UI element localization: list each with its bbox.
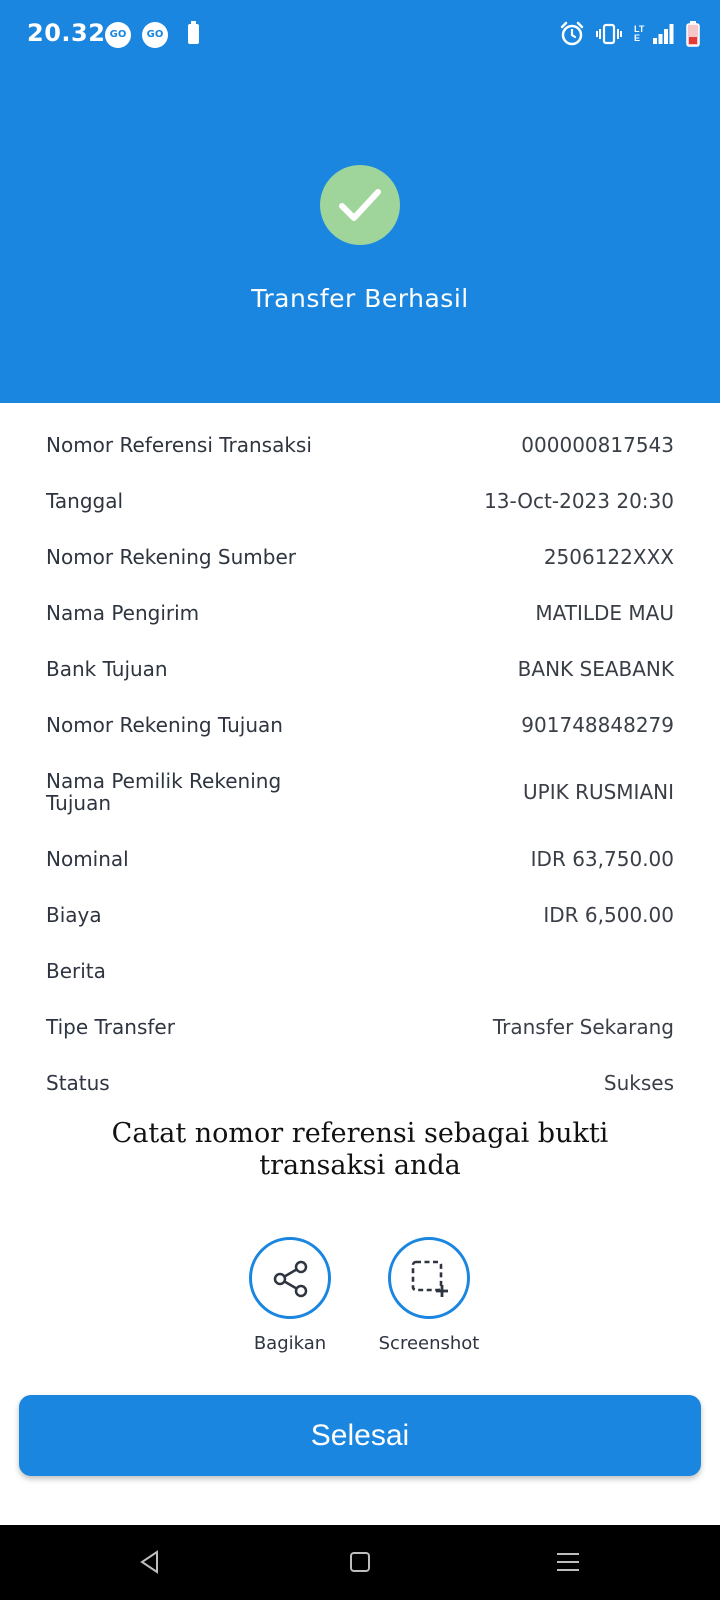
detail-label: Nama Pengirim <box>46 601 200 625</box>
detail-value: 000000817543 <box>521 433 674 457</box>
detail-label: Nama Pemilik Rekening Tujuan <box>46 769 282 815</box>
status-time: 20.32 <box>27 19 106 47</box>
success-header: Transfer Berhasil <box>0 68 720 403</box>
screenshot-button[interactable] <box>388 1237 470 1319</box>
home-icon[interactable] <box>345 1547 375 1577</box>
share-icon <box>273 1260 308 1298</box>
check-icon <box>320 165 400 245</box>
detail-value: IDR 63,750.00 <box>530 847 674 871</box>
detail-label: Tanggal <box>46 489 124 513</box>
battery-saver-icon <box>188 21 199 44</box>
alarm-icon <box>560 21 584 46</box>
detail-value: UPIK RUSMIANI <box>523 780 674 804</box>
detail-label: Nomor Rekening Tujuan <box>46 713 283 737</box>
menu-icon[interactable] <box>553 1547 583 1577</box>
done-button[interactable]: Selesai <box>19 1395 701 1476</box>
detail-value: BANK SEABANK <box>517 657 674 681</box>
battery-icon <box>686 21 700 47</box>
vibrate-icon <box>596 23 622 45</box>
go-badge-icon: GO <box>105 22 131 48</box>
screenshot-icon <box>411 1260 448 1297</box>
detail-label: Tipe Transfer <box>46 1015 175 1039</box>
detail-label: Nominal <box>46 847 129 871</box>
back-icon[interactable] <box>135 1547 165 1577</box>
detail-label: Biaya <box>46 903 102 927</box>
detail-label: Nomor Rekening Sumber <box>46 545 297 569</box>
navigation-bar <box>0 1525 720 1600</box>
detail-label: Status <box>46 1071 110 1095</box>
detail-value: 13-Oct-2023 20:30 <box>484 489 674 513</box>
detail-value: 2506122XXX <box>543 545 674 569</box>
lte-label: LTE <box>634 24 645 43</box>
share-label: Bagikan <box>253 1333 327 1354</box>
detail-value: 901748848279 <box>521 713 674 737</box>
detail-value: IDR 6,500.00 <box>543 903 674 927</box>
detail-label: Bank Tujuan <box>46 657 168 681</box>
share-button[interactable] <box>249 1237 331 1319</box>
detail-value: Transfer Sekarang <box>492 1015 674 1039</box>
detail-value: MATILDE MAU <box>535 601 674 625</box>
detail-label: Berita <box>46 959 106 983</box>
go-badge-icon: GO <box>142 22 168 48</box>
status-icons: LTE <box>560 18 700 50</box>
detail-label: Nomor Referensi Transaksi <box>46 433 312 457</box>
reference-note: Catat nomor referensi sebagai bukti tran… <box>111 1118 609 1181</box>
status-bar: 20.32 GO GO LTE <box>0 0 720 68</box>
screenshot-label: Screenshot <box>378 1333 480 1354</box>
page-title: Transfer Berhasil <box>251 284 469 313</box>
detail-value: Sukses <box>603 1071 674 1095</box>
signal-icon <box>653 24 674 44</box>
